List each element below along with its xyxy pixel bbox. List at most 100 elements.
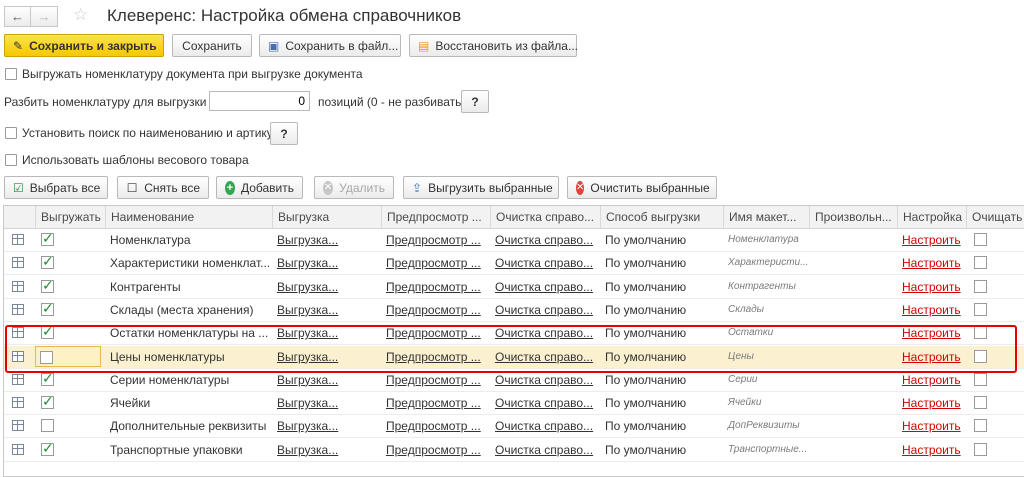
forward-button[interactable]: → — [31, 6, 58, 27]
export-link[interactable]: Выгрузка... — [272, 276, 381, 298]
clear-flag-checkbox[interactable] — [974, 233, 987, 246]
clear-link[interactable]: Очистка справо... — [490, 299, 600, 321]
delete-icon: ✕ — [323, 180, 334, 195]
settings-link[interactable]: Настроить — [897, 439, 966, 461]
header-custom[interactable]: Произвольн... — [809, 206, 897, 228]
row-name: Дополнительные реквизиты — [110, 419, 267, 434]
table-row[interactable]: Дополнительные реквизиты Выгрузка... Предп… — [4, 415, 1024, 439]
folder-open-icon: ▤ — [418, 38, 430, 53]
preview-link[interactable]: Предпросмотр ... — [381, 229, 490, 251]
save-to-file-button[interactable]: ▣ Сохранить в файл... — [259, 34, 401, 57]
clear-selected-button[interactable]: ✕ Очистить выбранные — [567, 176, 717, 199]
clear-link[interactable]: Очистка справо... — [490, 276, 600, 298]
header-settings[interactable]: Настройка — [897, 206, 966, 228]
split-count-input[interactable] — [209, 91, 310, 111]
export-link[interactable]: Выгрузка... — [272, 392, 381, 414]
deselect-all-button[interactable]: ☐ Снять все — [117, 176, 209, 199]
table-row[interactable]: Транспортные упаковки Выгрузка...Предпрос… — [4, 439, 1024, 462]
arrow-left-icon: ← — [11, 9, 24, 24]
clear-link[interactable]: Очистка справо... — [490, 392, 600, 414]
favorite-star-icon[interactable]: ☆ — [73, 5, 88, 25]
delete-button[interactable]: ✕ Удалить — [314, 176, 394, 199]
clear-flag-checkbox[interactable] — [974, 372, 987, 386]
clear-flag-checkbox[interactable] — [974, 419, 987, 433]
settings-link[interactable]: Настроить — [897, 252, 966, 274]
header-icon-column — [4, 206, 35, 228]
clear-flag-checkbox[interactable] — [974, 302, 987, 316]
export-link[interactable]: Выгрузка... — [272, 252, 381, 274]
export-checkbox[interactable] — [41, 393, 54, 410]
header-name[interactable]: Наименование — [105, 206, 272, 228]
export-link[interactable]: Выгрузка... — [272, 229, 381, 251]
export-link[interactable]: Выгрузка... — [272, 299, 381, 321]
export-checkbox[interactable] — [41, 277, 54, 294]
header-layout-name[interactable]: Имя макет... — [723, 206, 809, 228]
export-selected-button[interactable]: ⇪ Выгрузить выбранные — [403, 176, 559, 199]
settings-link[interactable]: Настроить — [897, 415, 966, 437]
search-by-name-checkbox[interactable] — [5, 127, 17, 139]
row-name: Ячейки — [110, 396, 151, 411]
export-method: По умолчанию — [605, 279, 687, 294]
preview-link[interactable]: Предпросмотр ... — [381, 252, 490, 274]
table-row-icon — [12, 234, 24, 245]
clear-link[interactable]: Очистка справо... — [490, 415, 600, 437]
table-row-icon — [12, 257, 24, 269]
preview-link[interactable]: Предпросмотр ... — [381, 276, 490, 298]
select-all-button[interactable]: ☑ Выбрать все — [4, 176, 108, 199]
header-export[interactable]: Выгрузка — [272, 206, 381, 228]
export-checkbox[interactable] — [41, 230, 54, 247]
header-clear-flag[interactable]: Очищать — [966, 206, 1024, 228]
back-button[interactable]: ← — [4, 6, 31, 27]
clear-link[interactable]: Очистка справо... — [490, 229, 600, 251]
settings-link[interactable]: Настроить — [897, 276, 966, 298]
plus-icon: + — [225, 180, 235, 195]
export-doc-items-checkbox[interactable] — [5, 68, 17, 80]
clear-flag-checkbox[interactable] — [974, 256, 987, 270]
export-checkbox[interactable] — [41, 253, 54, 270]
export-checkbox[interactable] — [41, 419, 54, 433]
layout-name: Склады — [728, 303, 765, 315]
layout-name: Характеристи... — [728, 257, 809, 269]
weight-templates-checkbox[interactable] — [5, 154, 17, 166]
header-preview[interactable]: Предпросмотр ... — [381, 206, 490, 228]
preview-link[interactable]: Предпросмотр ... — [381, 392, 490, 414]
preview-link[interactable]: Предпросмотр ... — [381, 439, 490, 461]
export-method: По умолчанию — [605, 419, 687, 434]
clear-link[interactable]: Очистка справо... — [490, 252, 600, 274]
export-checkbox[interactable] — [41, 440, 54, 457]
header-export-flag[interactable]: Выгружать — [35, 206, 105, 228]
table-row[interactable]: Номенклатура Выгрузка...Предпросмотр ...О… — [4, 229, 1024, 252]
table-row-icon — [12, 303, 24, 315]
header-clear[interactable]: Очистка справо... — [490, 206, 600, 228]
row-name: Контрагенты — [110, 279, 181, 294]
table-row[interactable]: Характеристики номенклат...Выгрузка...Пр… — [4, 252, 1024, 276]
preview-link[interactable]: Предпросмотр ... — [381, 299, 490, 321]
export-link[interactable]: Выгрузка... — [272, 415, 381, 437]
add-button[interactable]: + Добавить — [216, 176, 303, 199]
table-row[interactable]: Склады (места хранения) Выгрузка...Предпр… — [4, 299, 1024, 322]
clear-flag-checkbox[interactable] — [974, 396, 987, 410]
split-suffix-label: позиций (0 - не разбивать) — [318, 95, 466, 109]
table-header: Выгружать Наименование Выгрузка Предпрос… — [4, 206, 1024, 229]
layout-name: Транспортные... — [728, 443, 808, 455]
export-link[interactable]: Выгрузка... — [272, 439, 381, 461]
settings-link[interactable]: Настроить — [897, 392, 966, 414]
save-close-button[interactable]: ✎ Сохранить и закрыть — [4, 34, 164, 57]
clear-flag-checkbox[interactable] — [974, 279, 987, 293]
search-help-button[interactable]: ? — [270, 122, 298, 145]
split-help-button[interactable]: ? — [461, 90, 489, 113]
clear-flag-checkbox[interactable] — [974, 442, 987, 456]
settings-link[interactable]: Настроить — [897, 299, 966, 321]
clear-link[interactable]: Очистка справо... — [490, 439, 600, 461]
restore-from-file-button[interactable]: ▤ Восстановить из файла... — [409, 34, 578, 57]
table-row[interactable]: Ячейки Выгрузка...Предпросмотр ...Очистка… — [4, 392, 1024, 416]
preview-link[interactable]: Предпросмотр ... — [381, 415, 490, 437]
table-row[interactable]: Контрагенты Выгрузка...Предпросмотр ...Оч… — [4, 276, 1024, 299]
table-row-icon — [12, 420, 24, 432]
export-checkbox[interactable] — [41, 370, 54, 387]
disk-icon: ▣ — [268, 38, 280, 53]
export-checkbox[interactable] — [41, 300, 54, 317]
header-method[interactable]: Способ выгрузки — [600, 206, 723, 228]
settings-link[interactable]: Настроить — [897, 229, 966, 251]
save-button[interactable]: Сохранить — [172, 34, 252, 57]
